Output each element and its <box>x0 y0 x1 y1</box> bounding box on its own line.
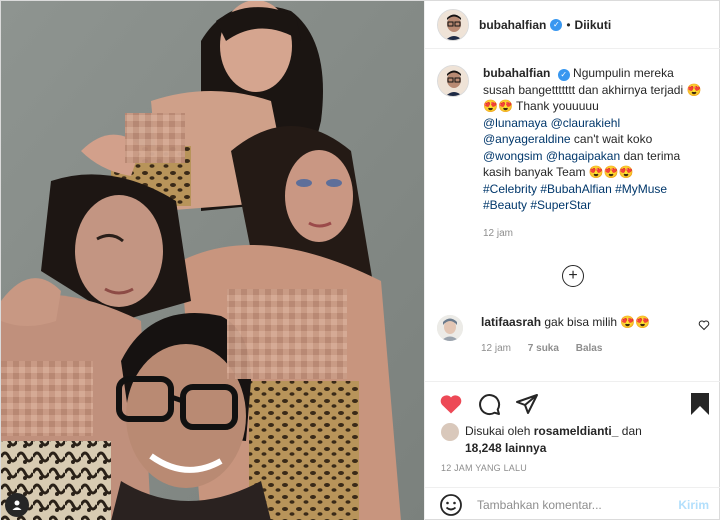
likes-count-button[interactable]: 18,248 lainnya <box>465 441 546 455</box>
load-more-comments-button[interactable]: + <box>562 265 584 287</box>
action-bar <box>425 381 720 427</box>
comment-likes-button[interactable]: 7 suka <box>528 343 559 354</box>
mention-link[interactable]: @lunamaya <box>483 116 547 130</box>
comment-input[interactable] <box>477 497 679 512</box>
likes-conj: dan <box>621 424 642 438</box>
post-photo[interactable] <box>1 1 424 520</box>
avatar[interactable] <box>437 8 469 41</box>
liker-username[interactable]: rosameldianti_ <box>534 424 619 438</box>
profile-photo-icon <box>438 66 468 96</box>
caption-emojis2: 😍😍😍 <box>588 165 634 179</box>
caption-time: 12 jam <box>483 227 514 239</box>
comment-emojis: 😍😍 <box>620 315 651 329</box>
hashtags-link[interactable]: #Celebrity #BubahAlfian #MyMuse #Beauty … <box>483 182 667 213</box>
post-header: bubahalfian ✓ • Diikuti <box>425 1 720 49</box>
separator-dot: • <box>566 17 571 32</box>
comment-like-heart-icon[interactable] <box>698 319 710 331</box>
profile-photo-icon <box>437 315 463 341</box>
likes-prefix: Disukai oleh <box>465 424 531 438</box>
heart-icon[interactable] <box>439 392 463 416</box>
caption-avatar[interactable] <box>437 65 469 97</box>
caption-line2: Thank youuuuu <box>516 99 599 113</box>
comment-avatar[interactable] <box>437 315 463 341</box>
header-username[interactable]: bubahalfian <box>479 18 546 32</box>
post-side-panel: bubahalfian ✓ • Diikuti bubahalfian ✓ Ng… <box>424 1 720 520</box>
profile-photo-icon <box>438 9 468 40</box>
comment-username[interactable]: latifaasrah <box>481 315 541 329</box>
posted-time[interactable]: 12 JAM YANG LALU <box>441 463 527 473</box>
comment-time: 12 jam <box>481 343 512 354</box>
add-comment-bar: Kirim <box>425 487 720 520</box>
comments-section: bubahalfian ✓ Ngumpulin mereka susah ban… <box>425 49 720 381</box>
verified-badge-icon: ✓ <box>557 69 570 81</box>
verified-badge-icon: ✓ <box>550 18 563 31</box>
emoji-icon[interactable] <box>439 493 463 517</box>
mention-link[interactable]: @anyageraldine <box>483 132 571 146</box>
person-icon <box>12 500 22 510</box>
caption-username[interactable]: bubahalfian <box>483 66 550 80</box>
reply-button[interactable]: Balas <box>576 343 603 354</box>
follow-status-button[interactable]: Diikuti <box>575 18 612 32</box>
caption-text: bubahalfian ✓ Ngumpulin mereka susah ban… <box>483 65 709 214</box>
comment-item: latifaasrah gak bisa milih 😍😍 12 jam 7 s… <box>437 315 710 354</box>
mention-link[interactable]: @hagaipakan <box>546 149 620 163</box>
tagged-people-button[interactable] <box>5 493 29 517</box>
post-window: bubahalfian ✓ • Diikuti bubahalfian ✓ Ng… <box>0 0 720 520</box>
likes-summary: Disukai oleh rosameldianti_ dan 18,248 l… <box>441 423 709 457</box>
post-comment-button[interactable]: Kirim <box>678 498 709 512</box>
caption: bubahalfian ✓ Ngumpulin mereka susah ban… <box>437 65 709 239</box>
mention-link[interactable]: @wongsim <box>483 149 543 163</box>
comment-text: gak bisa milih <box>544 315 618 329</box>
paper-plane-icon[interactable] <box>515 392 539 416</box>
bookmark-icon[interactable] <box>689 392 711 416</box>
group-photo-illustration <box>1 1 424 520</box>
comment-icon[interactable] <box>477 392 501 416</box>
liker-avatar[interactable] <box>441 423 459 441</box>
caption-line3: can't wait koko <box>573 132 653 146</box>
mention-link[interactable]: @claurakiehl <box>551 116 621 130</box>
